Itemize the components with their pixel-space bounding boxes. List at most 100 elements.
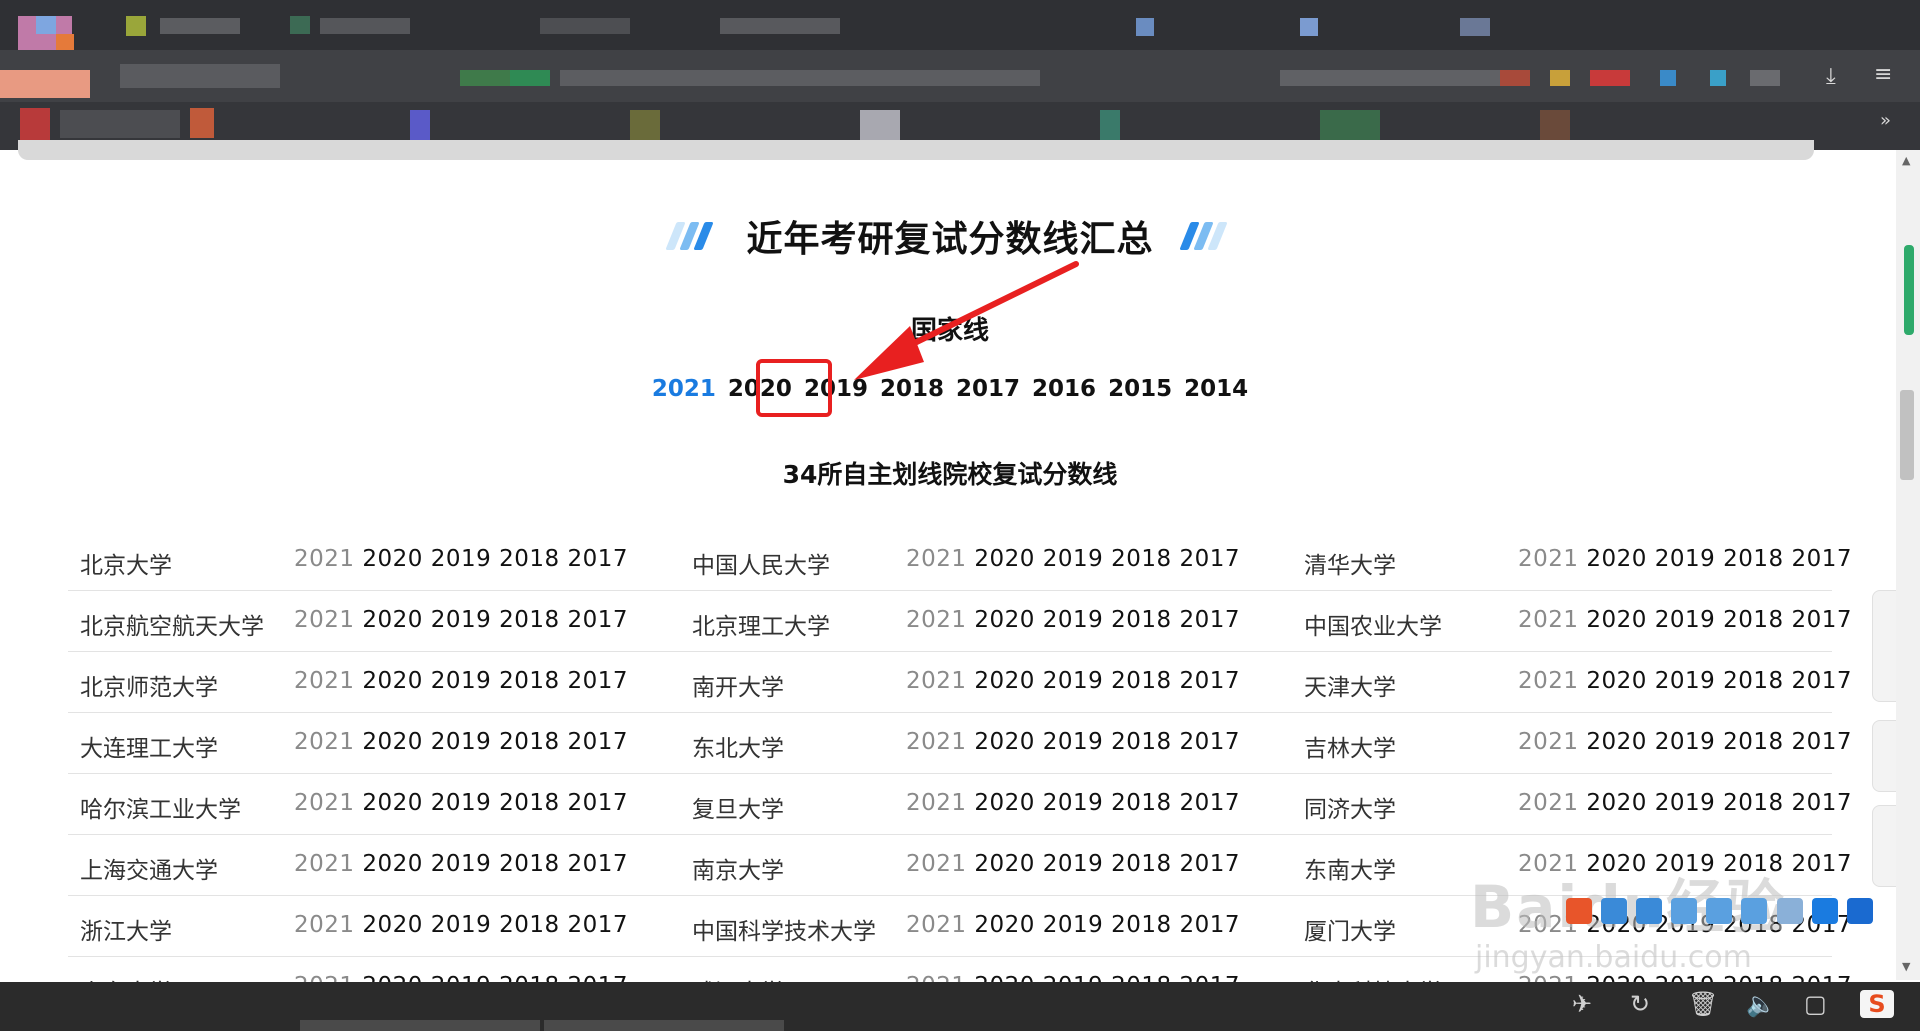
year-link-2020[interactable]: 2020 [1586, 607, 1647, 633]
year-link-2019[interactable]: 2019 [1043, 668, 1104, 694]
voice-icon[interactable] [1706, 898, 1733, 924]
year-link-2021[interactable]: 2021 [294, 668, 355, 694]
year-link-2018[interactable]: 2018 [499, 790, 560, 816]
year-link-2019[interactable]: 2019 [1043, 790, 1104, 816]
keyboard-icon[interactable] [1741, 898, 1768, 924]
year-link-2020[interactable]: 2020 [362, 790, 423, 816]
year-link-2020[interactable]: 2020 [1586, 668, 1647, 694]
taskbar-app-1[interactable] [300, 1020, 540, 1031]
year-link-2019[interactable]: 2019 [1043, 607, 1104, 633]
emoji-icon[interactable] [1671, 898, 1698, 924]
taskbar-app-2[interactable] [544, 1020, 784, 1031]
year-link-2021[interactable]: 2021 [1518, 607, 1579, 633]
year-link-2018[interactable]: 2018 [499, 912, 560, 938]
history-icon[interactable]: ↻ [1630, 990, 1650, 1018]
year-link-2018[interactable]: 2018 [1723, 790, 1784, 816]
year-link-2017[interactable]: 2017 [1179, 668, 1240, 694]
year-link-2014[interactable]: 2014 [1184, 376, 1248, 402]
year-link-2019[interactable]: 2019 [431, 607, 492, 633]
year-link-2018[interactable]: 2018 [1723, 546, 1784, 572]
year-link-2017[interactable]: 2017 [1179, 546, 1240, 572]
year-link-2018[interactable]: 2018 [1111, 790, 1172, 816]
year-link-2018[interactable]: 2018 [1111, 851, 1172, 877]
year-link-2020[interactable]: 2020 [362, 668, 423, 694]
year-link-2020[interactable]: 2020 [1586, 729, 1647, 755]
year-link-2017[interactable]: 2017 [567, 790, 628, 816]
menu-icon[interactable]: ≡ [1874, 62, 1892, 87]
year-link-2020[interactable]: 2020 [974, 546, 1035, 572]
side-widget-app[interactable] [1872, 590, 1898, 702]
year-link-2018[interactable]: 2018 [1723, 607, 1784, 633]
year-link-2020[interactable]: 2020 [974, 729, 1035, 755]
year-link-2019[interactable]: 2019 [1043, 729, 1104, 755]
year-link-2018[interactable]: 2018 [499, 851, 560, 877]
year-link-2018[interactable]: 2018 [1111, 729, 1172, 755]
year-link-2021[interactable]: 2021 [294, 851, 355, 877]
year-link-2017[interactable]: 2017 [1791, 790, 1852, 816]
year-link-2021[interactable]: 2021 [1518, 546, 1579, 572]
chinese-mode-icon[interactable] [1601, 898, 1628, 924]
year-link-2017[interactable]: 2017 [1179, 729, 1240, 755]
year-link-2019[interactable]: 2019 [431, 729, 492, 755]
year-link-2018[interactable]: 2018 [499, 668, 560, 694]
year-link-2018[interactable]: 2018 [1111, 546, 1172, 572]
year-link-2017[interactable]: 2017 [1791, 607, 1852, 633]
year-link-2019[interactable]: 2019 [431, 546, 492, 572]
year-link-2017[interactable]: 2017 [567, 546, 628, 572]
year-link-2019[interactable]: 2019 [1043, 546, 1104, 572]
year-link-2020[interactable]: 2020 [974, 851, 1035, 877]
year-link-2021[interactable]: 2021 [294, 912, 355, 938]
year-link-2021[interactable]: 2021 [906, 729, 967, 755]
volume-icon[interactable]: 🔈 [1746, 990, 1776, 1018]
year-link-2017[interactable]: 2017 [1179, 607, 1240, 633]
year-link-2018[interactable]: 2018 [499, 607, 560, 633]
year-link-2019[interactable]: 2019 [431, 912, 492, 938]
side-widget-top[interactable] [1872, 805, 1898, 887]
year-link-2021[interactable]: 2021 [1518, 729, 1579, 755]
year-link-2019[interactable]: 2019 [1655, 790, 1716, 816]
year-link-2021[interactable]: 2021 [906, 668, 967, 694]
year-link-2021[interactable]: 2021 [906, 607, 967, 633]
skin-icon[interactable] [1811, 898, 1838, 924]
user-icon[interactable] [1776, 898, 1803, 924]
grid-icon[interactable] [1846, 898, 1873, 924]
year-link-2017[interactable]: 2017 [1791, 851, 1852, 877]
scroll-up-icon[interactable]: ▲ [1902, 154, 1910, 167]
year-link-2021[interactable]: 2021 [294, 546, 355, 572]
address-bar[interactable]: ⤓ ≡ [0, 50, 1920, 102]
year-link-2019[interactable]: 2019 [1655, 546, 1716, 572]
year-link-2018[interactable]: 2018 [1111, 607, 1172, 633]
year-link-2020[interactable]: 2020 [362, 912, 423, 938]
side-widget-feedback[interactable] [1872, 720, 1898, 792]
year-link-2018[interactable]: 2018 [499, 546, 560, 572]
year-link-2019[interactable]: 2019 [431, 790, 492, 816]
year-link-2017[interactable]: 2017 [1791, 729, 1852, 755]
year-link-2021[interactable]: 2021 [906, 912, 967, 938]
year-link-2020[interactable]: 2020 [974, 912, 1035, 938]
year-link-2018[interactable]: 2018 [1111, 668, 1172, 694]
year-link-2021[interactable]: 2021 [294, 729, 355, 755]
year-link-2017[interactable]: 2017 [1179, 851, 1240, 877]
year-link-2021[interactable]: 2021 [294, 790, 355, 816]
year-link-2019[interactable]: 2019 [1043, 912, 1104, 938]
sogou-icon[interactable] [1566, 898, 1592, 924]
trash-icon[interactable]: 🗑 [1688, 990, 1718, 1018]
year-link-2019[interactable]: 2019 [1655, 668, 1716, 694]
rocket-icon[interactable]: ✈ [1572, 990, 1592, 1018]
year-link-2019[interactable]: 2019 [431, 851, 492, 877]
sogou-ime-icon[interactable]: S [1860, 990, 1894, 1018]
year-link-2019[interactable]: 2019 [1655, 607, 1716, 633]
chevron-right-icon[interactable]: » [1880, 110, 1891, 131]
year-link-2017[interactable]: 2017 [1791, 546, 1852, 572]
year-link-2017[interactable]: 2017 [567, 851, 628, 877]
year-link-2018[interactable]: 2018 [1111, 912, 1172, 938]
year-link-2020[interactable]: 2020 [1586, 790, 1647, 816]
scroll-down-icon[interactable]: ▼ [1902, 960, 1910, 973]
year-link-2021[interactable]: 2021 [652, 376, 716, 402]
year-link-2021[interactable]: 2021 [906, 790, 967, 816]
year-link-2017[interactable]: 2017 [567, 668, 628, 694]
year-link-2020[interactable]: 2020 [362, 729, 423, 755]
year-link-2018[interactable]: 2018 [1723, 668, 1784, 694]
year-link-2021[interactable]: 2021 [1518, 790, 1579, 816]
scrollbar-thumb[interactable] [1900, 390, 1914, 480]
